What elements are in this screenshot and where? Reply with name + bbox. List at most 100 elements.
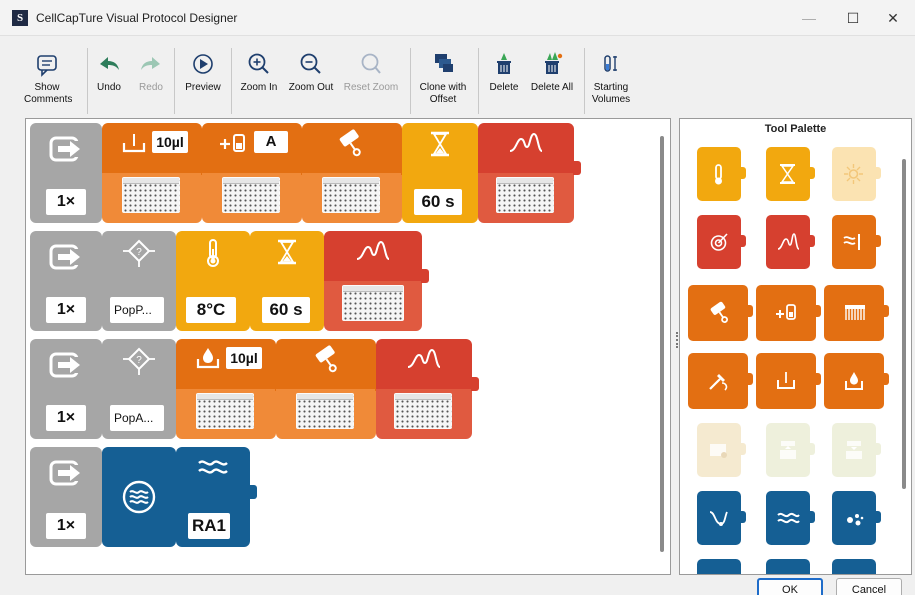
analysis-result-value[interactable]: RA1 [188, 513, 230, 539]
zoom-out-button[interactable]: Zoom Out [285, 48, 337, 94]
zoom-in-button[interactable]: Zoom In [236, 48, 282, 94]
reset-zoom-button[interactable]: Reset Zoom [340, 48, 402, 94]
peak-icon [509, 132, 543, 152]
repeat-count[interactable]: 1× [46, 189, 86, 215]
redo-button[interactable]: Redo [134, 48, 168, 94]
ok-button[interactable]: OK [757, 578, 823, 595]
palette-tool-drop-dispense[interactable] [824, 353, 889, 409]
read-block[interactable] [324, 231, 429, 331]
preview-button[interactable]: Preview [180, 48, 226, 94]
palette-tool-dispense[interactable] [756, 353, 821, 409]
comment-icon [37, 55, 57, 77]
palette-tool-bubbles[interactable] [832, 491, 881, 545]
drop-dispense-icon [845, 372, 863, 390]
palette-tool-thermometer[interactable] [697, 147, 746, 201]
plate-icon [342, 285, 404, 321]
delete-button[interactable]: Delete [484, 48, 524, 94]
palette-scrollbar[interactable] [902, 159, 906, 489]
undo-button[interactable]: Undo [94, 48, 124, 94]
palette-title: Tool Palette [764, 123, 827, 135]
condition-block[interactable]: ? PopP... [102, 231, 183, 331]
temperature-value[interactable]: 8°C [186, 297, 236, 323]
reset-zoom-label: Reset Zoom [343, 82, 399, 93]
palette-tool-partial[interactable] [697, 559, 741, 574]
volume-value[interactable]: 10µl [152, 131, 188, 153]
wait-duration[interactable]: 60 s [262, 297, 310, 323]
repeat-count[interactable]: 1× [46, 513, 86, 539]
close-button[interactable]: ✕ [871, 0, 915, 36]
palette-tool-multichannel[interactable] [824, 285, 889, 341]
dispense-block[interactable]: 10µl [102, 123, 209, 223]
repeat-block[interactable]: 1× [30, 123, 102, 223]
condition-value[interactable]: PopA... [110, 405, 164, 431]
multichannel-icon [845, 305, 865, 320]
reset-zoom-icon [361, 53, 381, 74]
read-block[interactable] [376, 339, 479, 439]
palette-tool-probe[interactable] [697, 491, 746, 545]
repeat-count[interactable]: 1× [46, 297, 86, 323]
clone-with-offset-button[interactable]: Clone with Offset [415, 48, 471, 106]
clone-with-offset-label: Clone with Offset [419, 82, 467, 105]
wave-icon [198, 460, 228, 474]
wait-block[interactable]: 60 s [250, 231, 331, 331]
zoom-out-icon [300, 53, 321, 74]
clone-icon [435, 54, 453, 72]
palette-tool-partial[interactable] [766, 559, 810, 574]
palette-tool-plate-up[interactable] [766, 423, 815, 477]
protocol-canvas[interactable]: 1× 10µl A 60 s 1× ? PopP... 8°C 60 s 1× … [25, 118, 671, 575]
read-block[interactable] [478, 123, 581, 223]
wait-duration[interactable]: 60 s [414, 189, 462, 215]
starting-volumes-button[interactable]: Starting Volumes [590, 48, 632, 106]
condition-block[interactable]: ? PopA... [102, 339, 183, 439]
maximize-button[interactable]: ☐ [831, 0, 875, 36]
repeat-block[interactable]: 1× [30, 231, 102, 331]
temperature-block[interactable]: 8°C [176, 231, 257, 331]
show-comments-button[interactable]: Show Comments [24, 48, 72, 106]
palette-tool-peak[interactable] [766, 215, 815, 269]
aspirate-block[interactable]: 10µl [176, 339, 283, 439]
repeat-block[interactable]: 1× [30, 447, 102, 547]
shake-block[interactable] [276, 339, 383, 439]
peak-icon [356, 240, 390, 260]
minimize-button[interactable]: — [787, 0, 831, 36]
toolbar-separator [478, 48, 479, 114]
wait-block[interactable]: 60 s [402, 123, 485, 223]
plate-up-icon [780, 441, 796, 459]
condition-value[interactable]: PopP... [110, 297, 164, 323]
repeat-count[interactable]: 1× [46, 405, 86, 431]
repeat-block[interactable]: 1× [30, 339, 102, 439]
plate-icon [222, 177, 280, 213]
toolbar-separator [231, 48, 232, 114]
probe-icon [709, 511, 728, 526]
palette-tool-plate-settings[interactable] [697, 423, 746, 477]
analysis-block[interactable] [102, 447, 183, 547]
title-bar: S CellCapTure Visual Protocol Designer —… [0, 0, 915, 36]
palette-tool-plate-down[interactable] [832, 423, 881, 477]
palette-tool-filter[interactable] [832, 215, 881, 269]
plate-settings-icon [710, 444, 727, 458]
palette-tool-partial[interactable] [832, 559, 876, 574]
tool-palette: Tool Palette [679, 118, 912, 575]
palette-tool-shaker[interactable] [688, 285, 753, 341]
analysis-result-block[interactable]: RA1 [176, 447, 257, 547]
delete-all-button[interactable]: Delete All [527, 48, 577, 94]
volume-value[interactable]: 10µl [226, 347, 262, 369]
palette-tool-hourglass[interactable] [766, 147, 815, 201]
dispense-icon [122, 134, 146, 153]
zoom-in-icon [248, 53, 269, 74]
trash-icon [497, 53, 511, 74]
delete-label: Delete [489, 82, 519, 93]
palette-tool-target[interactable] [697, 215, 746, 269]
canvas-scrollbar[interactable] [660, 136, 664, 552]
arrow-right-icon [49, 136, 80, 162]
panel-splitter[interactable] [676, 332, 678, 348]
palette-tool-pipette[interactable] [688, 353, 753, 409]
shake-block[interactable] [302, 123, 409, 223]
toolbar-separator [87, 48, 88, 114]
reagent-value[interactable]: A [254, 131, 288, 153]
palette-tool-add-reagent[interactable] [756, 285, 821, 341]
cancel-button[interactable]: Cancel [836, 578, 902, 595]
palette-tool-sun[interactable] [832, 147, 881, 201]
palette-tool-wave[interactable] [766, 491, 815, 545]
add-reagent-block[interactable]: A [202, 123, 309, 223]
